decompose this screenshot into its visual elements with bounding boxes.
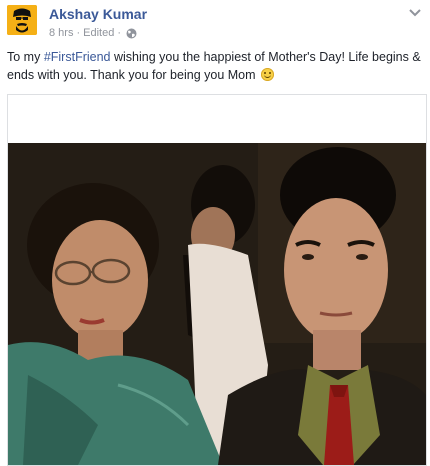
family-photo-image (8, 95, 426, 465)
meta-separator-2: · (117, 27, 122, 39)
chevron-down-icon[interactable] (408, 6, 422, 18)
globe-icon[interactable] (126, 28, 137, 39)
hashtag-link[interactable]: #FirstFriend (44, 50, 111, 64)
profile-avatar[interactable] (7, 5, 37, 35)
author-name[interactable]: Akshay Kumar (49, 6, 147, 22)
meta-separator: · (76, 27, 81, 39)
timestamp-link[interactable]: 8 hrs (49, 27, 73, 39)
edited-link[interactable]: Edited (83, 27, 114, 39)
avatar-face-icon (7, 5, 37, 35)
smiley-emoji-icon (261, 68, 275, 81)
post-meta: 8 hrs · Edited · (49, 27, 137, 39)
post-caption: To my #FirstFriend wishing you the happi… (7, 48, 425, 84)
caption-prefix: To my (7, 50, 44, 64)
post-photo[interactable] (7, 94, 427, 466)
facebook-post: Akshay Kumar 8 hrs · Edited · To my #Fir… (0, 0, 430, 466)
